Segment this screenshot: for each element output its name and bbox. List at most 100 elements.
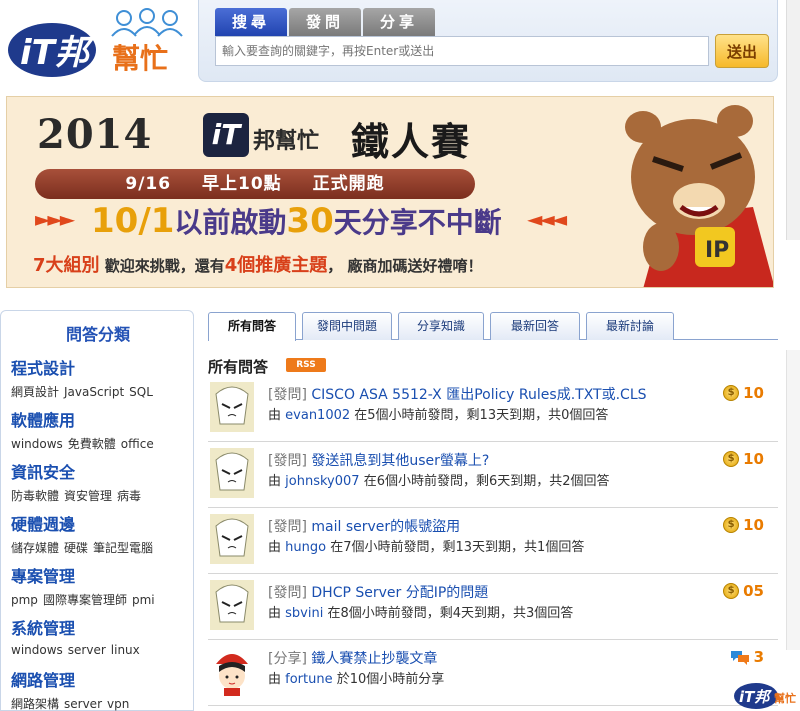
tag-link[interactable]: 國際專案管理師 [43,593,127,607]
question-type: [發問] [268,585,307,601]
submit-button[interactable]: 送出 [715,34,769,68]
banner-headline-date: 10/1 [91,201,175,241]
question-link[interactable]: 鐵人賽禁止抄襲文章 [311,651,437,667]
category-tags: 網頁設計 JavaScript SQL [11,383,158,400]
banner-headline-days: 30 [286,201,334,241]
search-input[interactable] [215,36,709,66]
user-link[interactable]: johnsky007 [285,474,359,489]
points-value: 05 [743,582,764,600]
avatar[interactable] [210,580,254,630]
coin-icon: $ [723,517,740,533]
question-title: [發問] 發送訊息到其他user螢幕上? [268,450,489,470]
category-tags: 儲存媒體 硬碟 筆記型電腦 [11,539,158,556]
tag-link[interactable]: server [64,697,102,711]
tab-share[interactable]: 分享 [363,8,435,36]
tab-search[interactable]: 搜尋 [215,8,287,36]
tag-link[interactable]: server [68,643,106,657]
ironman-banner[interactable]: 2014 iT 邦幫忙 鐵人賽 9/16 早上10點 正式開跑 ►►► 10/1… [6,96,774,288]
tag-link[interactable]: 免費軟體 [68,437,116,451]
user-link[interactable]: fortune [285,672,332,687]
tag-link[interactable]: 網頁設計 [11,385,59,399]
avatar[interactable] [210,382,254,432]
tab-open-questions[interactable]: 發問中問題 [302,312,392,340]
tag-link[interactable]: linux [111,643,140,657]
user-link[interactable]: evan1002 [285,408,350,423]
tag-link[interactable]: SQL [129,385,153,399]
question-row: [發問] CISCO ASA 5512-X 匯出Policy Rules成.TX… [208,376,778,442]
tab-ask[interactable]: 發問 [289,8,361,36]
points-value: 10 [743,450,764,468]
by-label: 由 [268,672,282,687]
question-meta: 由 johnsky007 在6個小時前發問，剩6天到期，共2個回答 [268,470,610,489]
tag-link[interactable]: windows [11,437,63,451]
tag-link[interactable]: 防毒軟體 [11,489,59,503]
question-link[interactable]: 發送訊息到其他user螢幕上? [311,453,489,469]
category-link[interactable]: 網路管理 [11,667,134,691]
banner-headline-text2: 天分享不中斷 [333,206,502,239]
user-link[interactable]: hungo [285,540,326,555]
right-scroll-area [786,350,800,650]
category-link[interactable]: 系統管理 [11,615,145,639]
comment-count: 3 [753,648,764,666]
tag-link[interactable]: 硬碟 [64,541,88,555]
category-link[interactable]: 硬體週邊 [11,511,158,535]
tab-all-qa[interactable]: 所有問答 [208,312,296,341]
svg-text:IP: IP [705,238,729,263]
tag-link[interactable]: 資安管理 [64,489,112,503]
tab-latest-discussions[interactable]: 最新討論 [586,312,674,340]
coin-icon: $ [723,583,740,599]
user-link[interactable]: sbvini [285,606,323,621]
right-scroll-area [786,0,800,240]
tag-link[interactable]: JavaScript [64,385,124,399]
category-link[interactable]: 軟體應用 [11,407,159,431]
category-tags: 防毒軟體 資安管理 病毒 [11,487,146,504]
search-panel: 搜尋 發問 分享 送出 [198,0,778,82]
points-badge: $10 [723,516,764,534]
banner-headline-text1: 以前啟動 [174,206,287,239]
question-status: 在6個小時前發問，剩6天到期，共2個回答 [363,474,610,489]
by-label: 由 [268,540,282,555]
tag-link[interactable]: office [121,437,154,451]
category-security: 資訊安全 防毒軟體 資安管理 病毒 [11,459,146,504]
question-link[interactable]: mail server的帳號盜用 [311,519,460,535]
tab-latest-answers[interactable]: 最新回答 [490,312,580,340]
banner-year: 2014 [37,111,153,158]
points-value: 10 [743,516,764,534]
category-tags: pmp 國際專案管理師 pmi [11,591,160,608]
tag-link[interactable]: 筆記型電腦 [93,541,153,555]
question-row: [發問] mail server的帳號盜用 由 hungo 在7個小時前發問，剩… [208,508,778,574]
category-link[interactable]: 資訊安全 [11,459,146,483]
svg-text:幫忙: 幫忙 [112,42,168,75]
tag-link[interactable]: windows [11,643,63,657]
points-badge: $10 [723,450,764,468]
corner-logo[interactable]: iT邦 幫忙 [730,676,800,711]
tag-link[interactable]: pmp [11,593,38,607]
tag-link[interactable]: pmi [132,593,155,607]
tag-link[interactable]: 儲存媒體 [11,541,59,555]
tab-shared-knowledge[interactable]: 分享知識 [398,312,484,340]
question-status: 在8個小時前發問，剩4天到期，共3個回答 [327,606,574,621]
category-link[interactable]: 程式設計 [11,355,158,379]
question-type: [發問] [268,453,307,469]
sidebar-title: 問答分類 [65,325,130,344]
comment-icon [730,651,749,665]
avatar[interactable] [210,514,254,564]
category-software: 軟體應用 windows 免費軟體 office [11,407,159,452]
section-title: 所有問答 [208,358,269,376]
avatar[interactable] [210,646,254,696]
question-link[interactable]: DHCP Server 分配IP的問題 [311,585,488,601]
question-link[interactable]: CISCO ASA 5512-X 匯出Policy Rules成.TXT或.CL… [311,387,646,403]
question-title: [發問] mail server的帳號盜用 [268,516,460,536]
category-tags: windows server linux [11,643,145,657]
site-logo[interactable]: iT邦 幫忙 [4,4,194,82]
tag-link[interactable]: 網路架構 [11,697,59,711]
question-type: [發問] [268,387,307,403]
tag-link[interactable]: vpn [107,697,129,711]
rss-icon[interactable]: RSS [286,358,326,372]
category-system-mgmt: 系統管理 windows server linux [11,615,145,657]
category-link[interactable]: 專案管理 [11,563,160,587]
avatar[interactable] [210,448,254,498]
category-tags: 網路架構 server vpn [11,695,134,711]
question-row: [分享] 鐵人賽禁止抄襲文章 由 fortune 於10個小時前分享 3 [208,640,778,706]
tag-link[interactable]: 病毒 [117,489,141,503]
